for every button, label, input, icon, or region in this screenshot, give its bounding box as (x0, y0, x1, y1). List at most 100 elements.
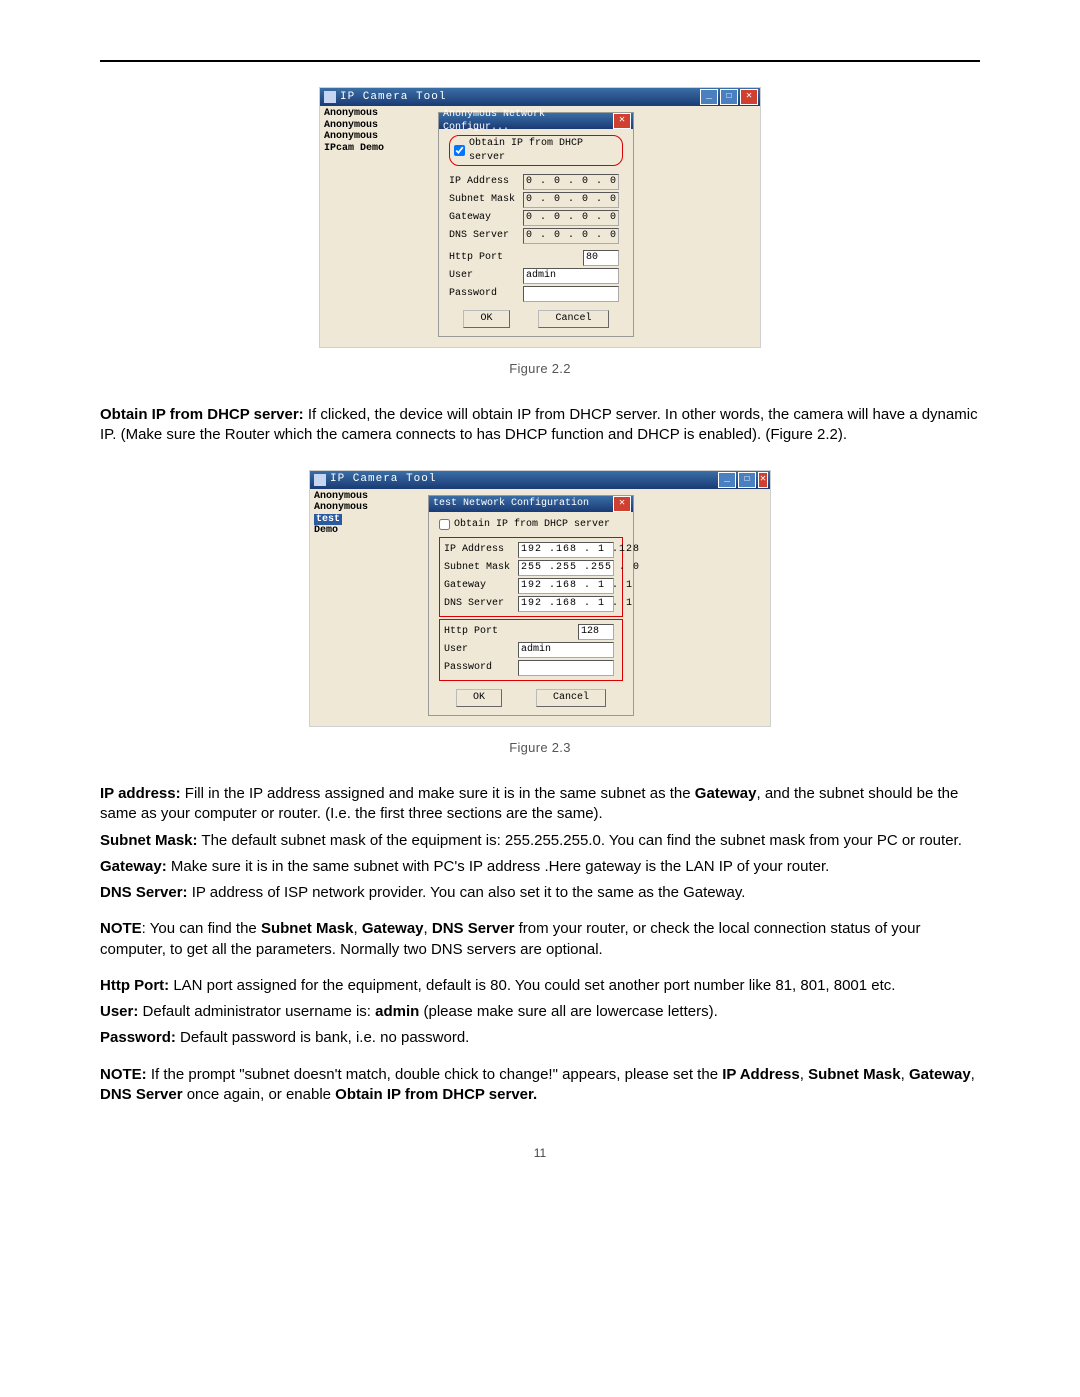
close-icon[interactable]: ✕ (740, 89, 758, 105)
subnet-label: Subnet Mask (449, 193, 517, 207)
bold-text: IP address: (100, 785, 181, 802)
password-input[interactable] (523, 286, 619, 302)
list-item[interactable]: Demo (314, 525, 424, 537)
bold-text: DNS Server (432, 920, 515, 937)
list-item-selected[interactable]: test (314, 514, 342, 526)
highlighted-group: IP Address192 .168 . 1 .128 Subnet Mask2… (439, 537, 623, 617)
paragraph-ip: IP address: Fill in the IP address assig… (100, 784, 980, 825)
list-item[interactable]: Anonymous (324, 120, 434, 132)
dns-label: DNS Server (444, 597, 512, 611)
dhcp-checkbox-row[interactable]: Obtain IP from DHCP server (439, 518, 623, 532)
bold-text: Subnet Mask: (100, 832, 198, 849)
dns-label: DNS Server (449, 229, 517, 243)
paragraph-dns: DNS Server: IP address of ISP network pr… (100, 883, 980, 903)
ip-input[interactable]: 192 .168 . 1 .128 (518, 542, 614, 558)
body-text: Fill in the IP address assigned and make… (181, 785, 695, 802)
dns-input[interactable]: 0 . 0 . 0 . 0 (523, 228, 619, 244)
cancel-button[interactable]: Cancel (538, 310, 608, 328)
gateway-input[interactable]: 0 . 0 . 0 . 0 (523, 210, 619, 226)
bold-text: admin (375, 1003, 419, 1020)
ip-label: IP Address (449, 175, 517, 189)
note-1: NOTE: You can find the Subnet Mask, Gate… (100, 919, 980, 960)
port-label: Http Port (444, 625, 512, 639)
dialog-close-icon[interactable]: ✕ (613, 113, 631, 129)
app-icon (314, 474, 326, 486)
password-label: Password (449, 287, 517, 301)
list-item[interactable]: Anonymous (314, 502, 424, 514)
password-input[interactable] (518, 660, 614, 676)
body-text: (please make sure all are lowercase lett… (419, 1003, 717, 1020)
ip-input[interactable]: 0 . 0 . 0 . 0 (523, 174, 619, 190)
paragraph-subnet: Subnet Mask: The default subnet mask of … (100, 831, 980, 851)
bold-text: NOTE (100, 920, 142, 937)
body-text: The default subnet mask of the equipment… (198, 832, 962, 849)
network-config-dialog: test Network Configuration ✕ Obtain IP f… (428, 495, 634, 716)
figure-caption: Figure 2.3 (100, 739, 980, 757)
gateway-input[interactable]: 192 .168 . 1 . 1 (518, 578, 614, 594)
minimize-icon[interactable]: _ (700, 89, 718, 105)
bold-text: Http Port: (100, 977, 169, 994)
dns-input[interactable]: 192 .168 . 1 . 1 (518, 596, 614, 612)
device-list: Anonymous Anonymous test Demo (310, 489, 428, 726)
maximize-icon[interactable]: ☐ (720, 89, 738, 105)
bold-text: Gateway (362, 920, 424, 937)
subnet-input[interactable]: 0 . 0 . 0 . 0 (523, 192, 619, 208)
user-input[interactable]: admin (518, 642, 614, 658)
minimize-icon[interactable]: _ (718, 472, 736, 488)
dhcp-checkbox-row[interactable]: Obtain IP from DHCP server (449, 135, 623, 166)
list-item[interactable]: IPcam Demo (324, 143, 434, 155)
ok-button[interactable]: OK (463, 310, 509, 328)
ip-label: IP Address (444, 543, 512, 557)
app-title: IP Camera Tool (330, 472, 718, 487)
maximize-icon[interactable]: ☐ (738, 472, 756, 488)
dhcp-label: Obtain IP from DHCP server (454, 518, 610, 532)
close-icon[interactable]: ✕ (758, 472, 768, 488)
bold-text: Password: (100, 1029, 176, 1046)
body-text: LAN port assigned for the equipment, def… (169, 977, 895, 994)
port-label: Http Port (449, 251, 517, 265)
port-input[interactable]: 80 (583, 250, 619, 266)
gateway-label: Gateway (444, 579, 512, 593)
figure-caption: Figure 2.2 (100, 360, 980, 378)
note-2: NOTE: If the prompt "subnet doesn't matc… (100, 1065, 980, 1106)
body-text: IP address of ISP network provider. You … (188, 884, 746, 901)
list-item[interactable]: Anonymous (314, 491, 424, 503)
user-label: User (444, 643, 512, 657)
bold-text: Gateway (695, 785, 757, 802)
app-title: IP Camera Tool (340, 90, 700, 105)
subnet-input[interactable]: 255 .255 .255 . 0 (518, 560, 614, 576)
device-list: Anonymous Anonymous Anonymous IPcam Demo (320, 106, 438, 347)
dhcp-checkbox[interactable] (454, 145, 465, 156)
body-text: Make sure it is in the same subnet with … (167, 858, 830, 875)
user-input[interactable]: admin (523, 268, 619, 284)
body-text: once again, or enable (183, 1086, 336, 1103)
network-config-dialog: Anonymous Network Configur... ✕ Obtain I… (438, 112, 634, 337)
ok-button[interactable]: OK (456, 689, 502, 707)
gateway-label: Gateway (449, 211, 517, 225)
paragraph-password: Password: Default password is bank, i.e.… (100, 1028, 980, 1048)
bold-text: Gateway: (100, 858, 167, 875)
bold-text: Gateway (909, 1066, 971, 1083)
dialog-title: Anonymous Network Configur... (443, 108, 613, 135)
body-text: : You can find the (142, 920, 261, 937)
user-label: User (449, 269, 517, 283)
screenshot-fig-2-2: IP Camera Tool _ ☐ ✕ Anonymous Anonymous… (319, 87, 761, 348)
bold-text: Subnet Mask (808, 1066, 901, 1083)
body-text: If the prompt "subnet doesn't match, dou… (147, 1066, 723, 1083)
app-icon (324, 91, 336, 103)
bold-text: IP Address (722, 1066, 800, 1083)
top-rule (100, 60, 980, 62)
list-item[interactable]: Anonymous (324, 131, 434, 143)
port-input[interactable]: 128 (578, 624, 614, 640)
dialog-close-icon[interactable]: ✕ (613, 496, 631, 512)
dialog-title: test Network Configuration (433, 497, 613, 511)
app-titlebar: IP Camera Tool _ ☐ ✕ (310, 471, 770, 489)
page-number: 11 (100, 1145, 980, 1161)
list-item[interactable]: Anonymous (324, 108, 434, 120)
bold-text: NOTE: (100, 1066, 147, 1083)
cancel-button[interactable]: Cancel (536, 689, 606, 707)
highlighted-group: Http Port128 Useradmin Password (439, 619, 623, 681)
bold-text: Subnet Mask (261, 920, 354, 937)
dhcp-label: Obtain IP from DHCP server (469, 137, 618, 164)
dhcp-checkbox[interactable] (439, 519, 450, 530)
